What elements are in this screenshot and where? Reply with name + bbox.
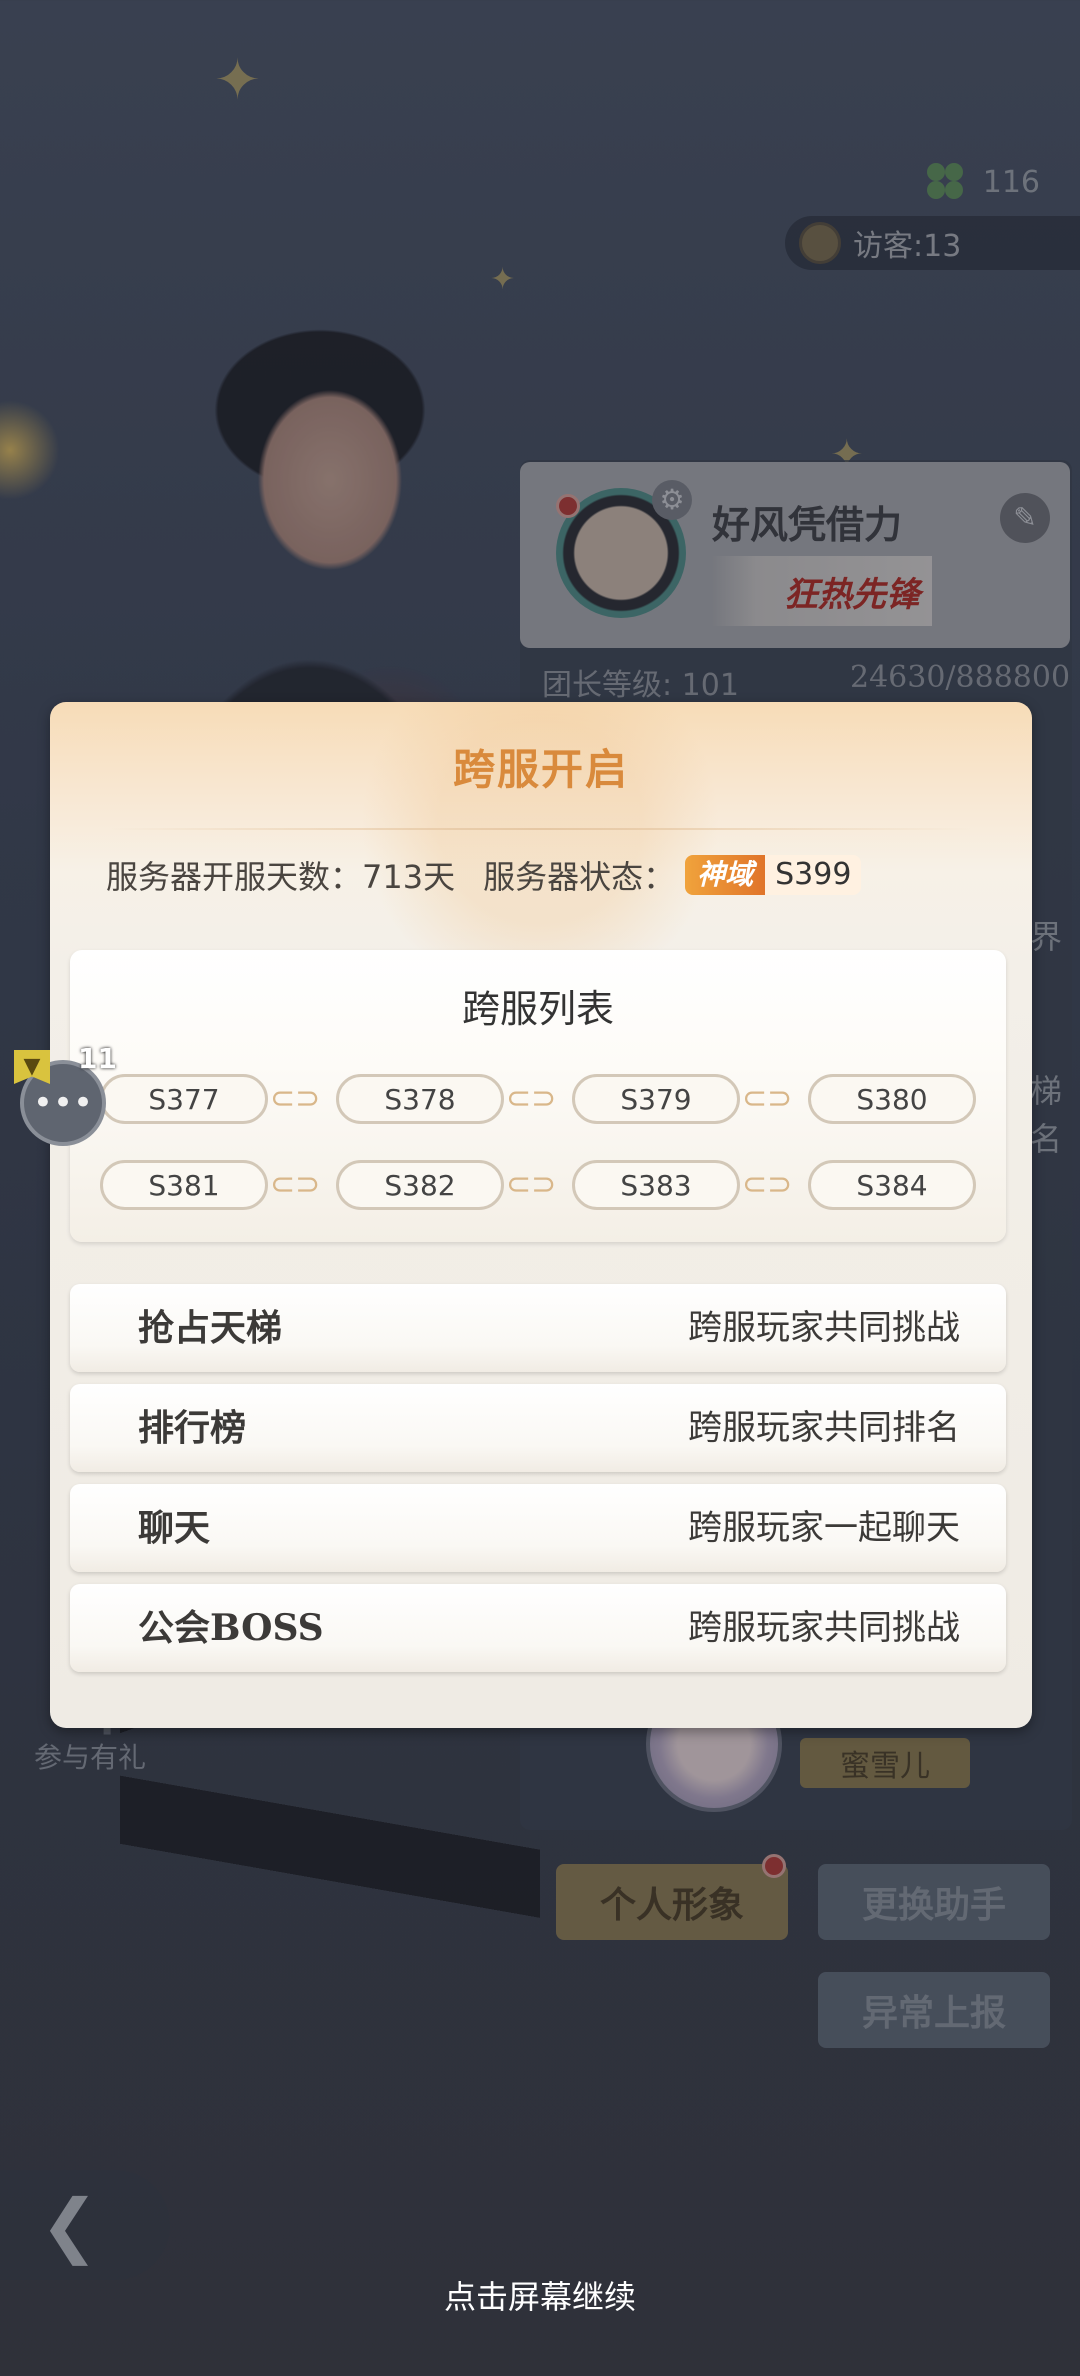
chain-link-icon: ⊂⊃ xyxy=(742,1081,793,1116)
server-pill[interactable]: S383 xyxy=(572,1160,740,1210)
open-days: 服务器开服天数：713天 xyxy=(106,858,456,896)
server-row: S381 ⊂⊃ S382 ⊂⊃ S383 ⊂⊃ S384 xyxy=(100,1160,980,1214)
server-pill[interactable]: S378 xyxy=(336,1074,504,1124)
feature-row-ranking: 排行榜 跨服玩家共同排名 xyxy=(70,1384,1006,1472)
chat-count: 11 xyxy=(78,1042,117,1075)
chain-link-icon: ⊂⊃ xyxy=(506,1167,557,1202)
server-status-label: 服务器状态： xyxy=(483,858,676,896)
chain-link-icon: ⊂⊃ xyxy=(270,1081,321,1116)
title-divider xyxy=(110,828,972,830)
feature-name: 抢占天梯 xyxy=(138,1307,283,1349)
server-pill[interactable]: S382 xyxy=(336,1160,504,1210)
chain-link-icon: ⊂⊃ xyxy=(742,1167,793,1202)
feature-desc: 跨服玩家共同挑战 xyxy=(688,1308,960,1348)
realm-server: S399 xyxy=(765,855,862,895)
feature-desc: 跨服玩家共同挑战 xyxy=(688,1608,960,1648)
feature-name: 公会BOSS xyxy=(138,1607,324,1649)
realm-tag: 神域 xyxy=(685,855,766,895)
server-pill[interactable]: S381 xyxy=(100,1160,268,1210)
feature-desc: 跨服玩家共同排名 xyxy=(688,1408,960,1448)
feature-row-ladder: 抢占天梯 跨服玩家共同挑战 xyxy=(70,1284,1006,1372)
server-pill[interactable]: S380 xyxy=(808,1074,976,1124)
dialog-title: 跨服开启 xyxy=(452,745,629,794)
server-status-badge: 神域 S399 xyxy=(685,855,862,895)
chain-link-icon: ⊂⊃ xyxy=(506,1081,557,1116)
chain-link-icon: ⊂⊃ xyxy=(270,1167,321,1202)
feature-row-guild-boss: 公会BOSS 跨服玩家共同挑战 xyxy=(70,1584,1006,1672)
feature-desc: 跨服玩家一起聊天 xyxy=(688,1508,960,1548)
server-list-title: 跨服列表 xyxy=(461,987,614,1031)
server-pill[interactable]: S379 xyxy=(572,1074,740,1124)
feature-name: 聊天 xyxy=(138,1507,211,1549)
feature-row-chat: 聊天 跨服玩家一起聊天 xyxy=(70,1484,1006,1572)
server-list-card: 跨服列表 S377 ⊂⊃ S378 ⊂⊃ S379 ⊂⊃ S380 S381 ⊂… xyxy=(70,950,1006,1242)
server-pill[interactable]: S384 xyxy=(808,1160,976,1210)
feature-name: 排行榜 xyxy=(138,1407,247,1449)
server-info: 服务器开服天数：713天 服务器状态： 神域 S399 xyxy=(106,852,862,898)
server-row: S377 ⊂⊃ S378 ⊂⊃ S379 ⊂⊃ S380 xyxy=(100,1074,980,1128)
cross-server-dialog: 跨服开启 服务器开服天数：713天 服务器状态： 神域 S399 跨服列表 S3… xyxy=(50,702,1032,1728)
continue-hint[interactable]: 点击屏幕继续 xyxy=(0,2272,1080,2318)
server-pill[interactable]: S377 xyxy=(100,1074,268,1124)
